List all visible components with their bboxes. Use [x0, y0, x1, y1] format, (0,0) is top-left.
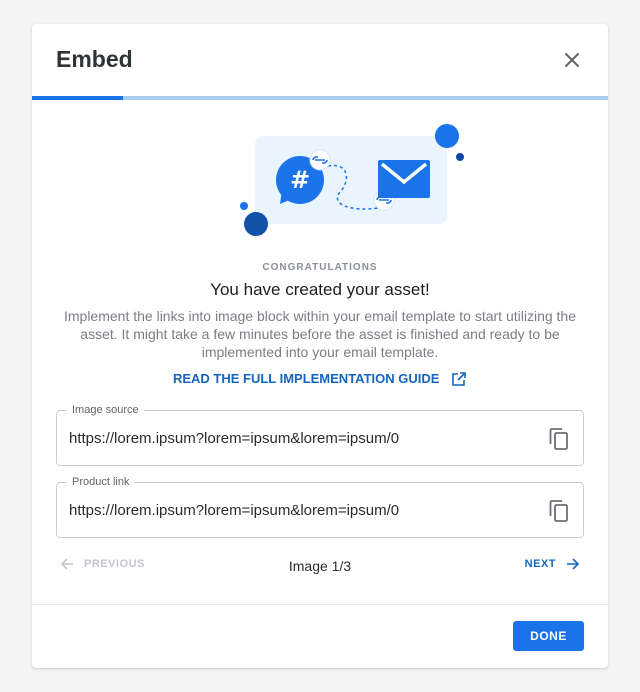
copy-icon — [549, 428, 568, 450]
dialog-header: Embed — [32, 24, 608, 96]
success-headline: You have created your asset! — [210, 280, 430, 299]
image-source-field[interactable]: Image source https://lorem.ipsum?lorem=i… — [56, 403, 584, 466]
link-icon — [309, 149, 331, 171]
success-illustration: # — [200, 122, 470, 267]
image-source-value[interactable]: https://lorem.ipsum?lorem=ipsum&lorem=ip… — [69, 430, 399, 447]
step-progress-fill — [32, 96, 123, 100]
step-progress-bar — [32, 96, 608, 100]
image-pagination: PREVIOUS Image 1/3 NEXT — [56, 557, 584, 577]
guide-link-label: READ THE FULL IMPLEMENTATION GUIDE — [172, 371, 440, 387]
implementation-guide-link[interactable]: READ THE FULL IMPLEMENTATION GUIDE — [32, 370, 608, 387]
copy-icon — [549, 500, 568, 522]
image-source-label: Image source — [67, 403, 144, 417]
next-button[interactable]: NEXT — [525, 557, 580, 571]
copy-image-source-button[interactable] — [547, 427, 571, 451]
next-label: NEXT — [524, 558, 556, 570]
close-button[interactable] — [560, 48, 584, 72]
done-button[interactable]: DONE — [513, 621, 584, 651]
pagination-status: Image 1/3 — [288, 558, 352, 574]
external-link-icon — [452, 371, 466, 386]
svg-text:#: # — [290, 166, 310, 194]
product-link-value[interactable]: https://lorem.ipsum?lorem=ipsum&lorem=ip… — [69, 502, 399, 519]
embed-dialog: Embed # CONGRATULATIONS You have created… — [32, 24, 608, 668]
close-icon — [565, 53, 579, 67]
success-description: Implement the links into image block wit… — [63, 308, 576, 360]
copy-product-link-button[interactable] — [547, 499, 571, 523]
mail-icon — [378, 160, 430, 198]
congratulations-label: CONGRATULATIONS — [262, 262, 378, 273]
dialog-title: Embed — [56, 46, 133, 72]
product-link-label: Product link — [67, 475, 135, 489]
footer-divider — [32, 604, 608, 605]
arrow-right-icon — [567, 558, 580, 570]
product-link-field[interactable]: Product link https://lorem.ipsum?lorem=i… — [56, 475, 584, 538]
